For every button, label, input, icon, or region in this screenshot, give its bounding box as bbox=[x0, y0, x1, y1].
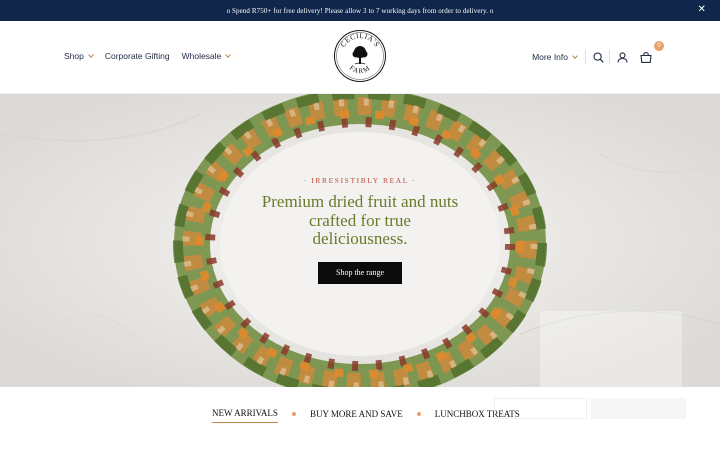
announcement-text: o Spend R750+ for free delivery! Please … bbox=[226, 6, 494, 15]
tab-separator-dot bbox=[416, 411, 421, 416]
search-icon bbox=[592, 51, 604, 63]
nav-shop[interactable]: Shop bbox=[64, 51, 94, 61]
header-actions: More Info 0 bbox=[532, 41, 664, 68]
collection-tabs-section: NEW ARRIVALS BUY MORE AND SAVE LUNCHBOX … bbox=[0, 387, 720, 450]
chevron-down-icon bbox=[572, 53, 578, 59]
close-icon[interactable]: ✕ bbox=[698, 4, 706, 16]
tab-separator-dot bbox=[291, 411, 296, 416]
newsletter-email-input-ghost bbox=[494, 398, 587, 419]
hero-title: Premium dried fruit and nuts crafted for… bbox=[261, 192, 459, 248]
nav-more-info-label: More Info bbox=[532, 52, 568, 62]
cart-count-badge: 0 bbox=[654, 41, 664, 51]
hero-banner: · IRRESISTIBLY REAL · Premium dried frui… bbox=[0, 94, 720, 387]
tab-buy-more-and-save[interactable]: BUY MORE AND SAVE bbox=[310, 409, 403, 423]
nav-more-info[interactable]: More Info bbox=[532, 50, 586, 64]
cart-button[interactable]: 0 bbox=[634, 41, 664, 68]
newsletter-submit-button-ghost bbox=[591, 398, 686, 419]
nav-corporate-gifting-label: Corporate Gifting bbox=[104, 51, 170, 61]
collection-tabs: NEW ARRIVALS BUY MORE AND SAVE LUNCHBOX … bbox=[212, 408, 520, 423]
nav-corporate-gifting[interactable]: Corporate Gifting bbox=[105, 51, 170, 61]
hero-eyebrow: · IRRESISTIBLY REAL · bbox=[303, 176, 417, 185]
chevron-down-icon bbox=[225, 52, 232, 58]
tab-new-arrivals[interactable]: NEW ARRIVALS bbox=[212, 408, 278, 423]
nav-shop-label: Shop bbox=[64, 51, 84, 61]
site-header: Shop Corporate Gifting Wholesale CECILIA… bbox=[0, 21, 720, 94]
search-button[interactable] bbox=[586, 50, 610, 64]
chevron-down-icon bbox=[88, 52, 94, 58]
cecilias-farm-logo[interactable]: CECILIA'S FARM bbox=[333, 29, 387, 83]
main-nav: Shop Corporate Gifting Wholesale bbox=[64, 51, 232, 61]
hero-content: · IRRESISTIBLY REAL · Premium dried frui… bbox=[260, 176, 460, 284]
announcement-bar: o Spend R750+ for free delivery! Please … bbox=[0, 0, 720, 21]
account-button[interactable] bbox=[610, 46, 634, 68]
nav-wholesale[interactable]: Wholesale bbox=[181, 51, 232, 61]
cart-icon bbox=[640, 51, 652, 63]
account-icon bbox=[616, 51, 628, 63]
shop-the-range-button[interactable]: Shop the range bbox=[318, 261, 402, 284]
nav-wholesale-label: Wholesale bbox=[181, 51, 222, 61]
newsletter-popup-ghost bbox=[540, 311, 682, 387]
